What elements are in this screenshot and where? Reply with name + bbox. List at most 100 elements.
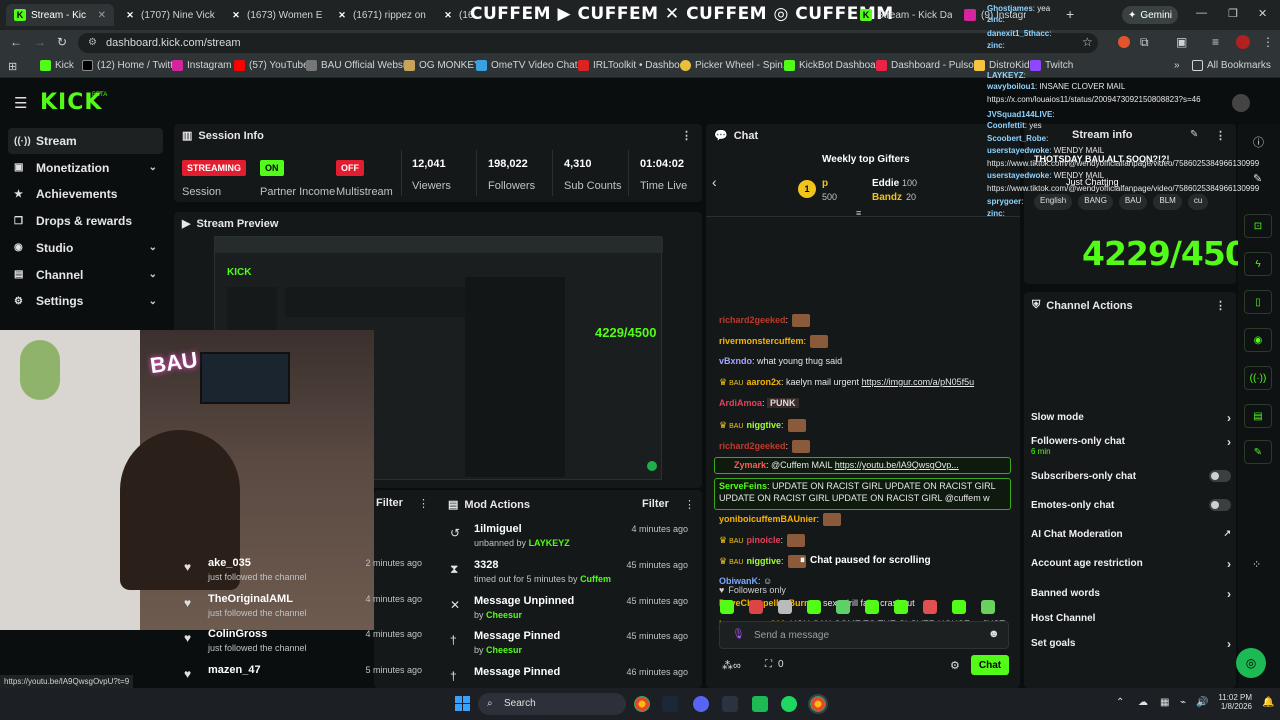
- rail-camera-button[interactable]: ⊡: [1244, 214, 1272, 238]
- help-support-button[interactable]: ◎: [1236, 648, 1266, 678]
- sidebar-item-studio[interactable]: ◉ Studio ⌄: [8, 235, 163, 261]
- sidebar-item-settings[interactable]: ⚙ Settings ⌄: [8, 288, 163, 314]
- microphone-icon[interactable]: 🎙: [732, 629, 745, 640]
- chat-message[interactable]: ♛ BAU aaron2x: kaelyn mail urgent https://…: [719, 377, 974, 388]
- bookmark-og-monkey[interactable]: OG MONKEY: [404, 60, 481, 71]
- rail-clip-button[interactable]: ▯: [1244, 290, 1272, 314]
- list-item[interactable]: ↺ 1ilmiguel unbanned by LAYKEYZ 4 minutes a…: [440, 522, 698, 558]
- bookmark-irltoolkit[interactable]: IRLToolkit • Dashbo...: [578, 60, 688, 71]
- chat-message[interactable]: richard2geeked:: [719, 314, 811, 327]
- close-tab-icon[interactable]: ✕: [98, 10, 106, 21]
- quick-emote[interactable]: [778, 600, 792, 614]
- rail-bolt-button[interactable]: ϟ: [1244, 252, 1272, 276]
- bookmark-star-icon[interactable]: ☆: [1082, 35, 1093, 49]
- channel-action-emotes-only-chat[interactable]: Emotes-only chat: [1031, 499, 1231, 511]
- rail-layout-button[interactable]: ▤: [1244, 404, 1272, 428]
- chat-message[interactable]: ServeFeins: UPDATE ON RACIST GIRL UPDATE…: [719, 481, 996, 503]
- tab-x-3[interactable]: ✕ (1671) rippez on ✕: [328, 4, 432, 26]
- toggle-switch[interactable]: [1209, 499, 1231, 511]
- chat-message[interactable]: ♛ BAU niggtive:: [719, 555, 806, 568]
- tag-chip[interactable]: English: [1034, 194, 1073, 210]
- more-options-icon[interactable]: ⋮: [1215, 129, 1226, 142]
- gemini-button[interactable]: ✦ Gemini: [1122, 6, 1178, 24]
- bookmark-pulsoid[interactable]: Dashboard - Pulsoid: [876, 60, 982, 71]
- gifters-prev-icon[interactable]: ‹: [712, 174, 717, 190]
- moderator-name[interactable]: LAYKEYZ: [529, 538, 570, 548]
- chat-paused-notice[interactable]: ⏸ Chat paused for scrolling: [800, 555, 931, 566]
- hamburger-menu-icon[interactable]: ☰: [14, 94, 27, 112]
- channel-action-host-channel[interactable]: Host Channel: [1031, 613, 1231, 624]
- sidepanel-icon[interactable]: ▣: [1176, 35, 1187, 49]
- chat-message[interactable]: vBxndo: what young thug said: [719, 356, 842, 366]
- channel-action-account-age-restriction[interactable]: Account age restriction ›: [1031, 557, 1231, 571]
- reload-icon[interactable]: ↻: [57, 35, 67, 49]
- list-item[interactable]: ♥ ColinGross just followed the channel 4 mi…: [174, 627, 432, 663]
- tab-x-4[interactable]: ✕ (16: [434, 4, 474, 26]
- filter-button[interactable]: Filter: [642, 498, 669, 510]
- chevron-right-icon[interactable]: ›: [1227, 637, 1231, 651]
- spotify-icon[interactable]: [781, 696, 797, 712]
- quick-emote[interactable]: [865, 600, 879, 614]
- chat-message[interactable]: ♛ BAU niggtive:: [719, 419, 806, 432]
- chat-link[interactable]: https://imgur.com/a/pN05f5u: [862, 377, 975, 387]
- quick-emote[interactable]: [894, 600, 908, 614]
- chat-link[interactable]: https://youtu.be/lA9QwsgOvp...: [835, 460, 959, 470]
- filter-button[interactable]: Filter: [376, 497, 403, 509]
- sidebar-item-monetization[interactable]: ▣ Monetization ⌄: [8, 155, 163, 181]
- more-options-icon[interactable]: ⋮: [681, 129, 692, 142]
- sidebar-item-stream[interactable]: ((·)) Stream: [8, 128, 163, 154]
- chat-message[interactable]: ArdiAmoa: PUNK: [719, 398, 799, 408]
- bookmark-bau[interactable]: BAU Official Website: [306, 60, 413, 71]
- gifter-name[interactable]: Bandz: [872, 192, 902, 203]
- bookmark-distrokid[interactable]: DistroKid: [974, 60, 1030, 71]
- moderator-name[interactable]: Cuffem: [580, 574, 611, 584]
- obs-icon[interactable]: [722, 696, 738, 712]
- profile-avatar[interactable]: [1236, 35, 1250, 49]
- chat-username[interactable]: yoniboicuffemBAUnier: [719, 514, 817, 524]
- chat-username[interactable]: ServeFeins: [719, 481, 767, 491]
- network-icon[interactable]: ⌁: [1180, 697, 1186, 708]
- chat-username[interactable]: vBxndo: [719, 356, 752, 366]
- gifter-name[interactable]: Eddie: [872, 178, 899, 189]
- tag-chip[interactable]: BANG: [1078, 194, 1113, 210]
- close-tab-icon[interactable]: ✕: [431, 10, 432, 21]
- tag-chip[interactable]: cu: [1187, 194, 1209, 210]
- tab-stream-kick[interactable]: K Stream - Kic ✕: [6, 4, 114, 26]
- chat-username[interactable]: niggtive: [746, 420, 781, 430]
- rail-tools-button[interactable]: ✎: [1244, 440, 1272, 464]
- chat-username[interactable]: aaron2x: [746, 377, 781, 387]
- channel-action-subscribers-only-chat[interactable]: Subscribers-only chat: [1031, 470, 1231, 482]
- list-item[interactable]: ♥ ake_035 just followed the channel 2 minut…: [174, 556, 432, 592]
- chat-input[interactable]: 🎙 Send a message ☻: [719, 621, 1009, 649]
- tab-stream-kick-2[interactable]: K Stream - Kick Da ✕: [852, 4, 952, 26]
- bookmark-kick[interactable]: Kick: [40, 60, 74, 71]
- chat-username[interactable]: Zymark: [734, 460, 766, 470]
- rail-more-icon[interactable]: ⁘: [1252, 558, 1261, 571]
- toggle-switch[interactable]: [1209, 470, 1231, 482]
- bookmark-ometv[interactable]: OmeTV Video Chat...: [476, 60, 586, 71]
- tag-chip[interactable]: BAU: [1118, 194, 1148, 210]
- steam-icon[interactable]: [662, 696, 678, 712]
- send-chat-button[interactable]: Chat: [971, 655, 1009, 675]
- chrome-icon[interactable]: [634, 696, 650, 712]
- chevron-right-icon[interactable]: ›: [1227, 557, 1231, 571]
- list-item[interactable]: ✕ Message Unpinned by Cheesur 45 minutes ag…: [440, 594, 698, 630]
- info-icon[interactable]: ⓘ: [1253, 134, 1264, 150]
- url-field[interactable]: ⚙ dashboard.kick.com/stream: [78, 33, 1098, 53]
- external-link-icon[interactable]: ↗: [1223, 528, 1231, 539]
- channel-action-ai-chat-moderation[interactable]: AI Chat Moderation ↗: [1031, 528, 1231, 540]
- chevron-right-icon[interactable]: ›: [1227, 587, 1231, 601]
- chrome-active-icon[interactable]: [808, 694, 828, 714]
- quick-emote[interactable]: [952, 600, 966, 614]
- taskbar-search[interactable]: ⌕ Search: [478, 693, 626, 715]
- chat-username[interactable]: rivermonstercuffem: [719, 336, 804, 346]
- chevron-down-icon[interactable]: ⌄: [149, 162, 157, 173]
- emoji-icon[interactable]: ☻: [988, 628, 1000, 640]
- chevron-down-icon[interactable]: ⌄: [149, 269, 157, 280]
- chevron-down-icon[interactable]: ⌄: [149, 296, 157, 307]
- cloud-icon[interactable]: ☁: [1138, 697, 1148, 708]
- bookmarks-overflow-icon[interactable]: »: [1174, 60, 1180, 71]
- app-green-icon[interactable]: [752, 696, 768, 712]
- bookmark-youtube[interactable]: (57) YouTube: [234, 60, 309, 71]
- list-item[interactable]: ⧗ 3328 timed out for 5 minutes by Cuffem 45…: [440, 558, 698, 594]
